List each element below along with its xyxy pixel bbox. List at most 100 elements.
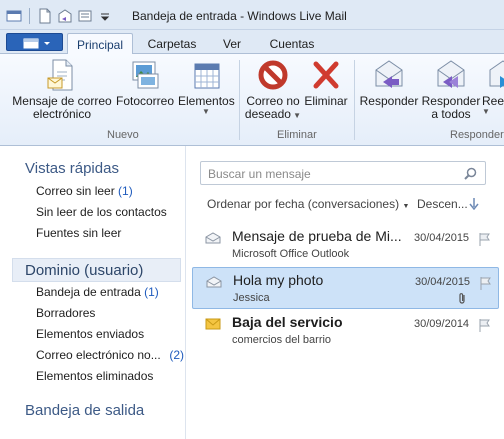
search-placeholder: Buscar un mensaje <box>208 167 311 181</box>
message-date: 30/04/2015 <box>414 232 470 244</box>
account-name: Dominio (usuario) <box>25 262 144 279</box>
search-icon[interactable] <box>464 167 477 180</box>
quick-view-unread-feeds[interactable]: Fuentes sin leer <box>36 226 121 240</box>
chevron-down-icon: ▼ <box>482 107 490 116</box>
group-label-responder: Responder <box>450 129 504 141</box>
group-divider <box>354 60 355 140</box>
window-title: Bandeja de entrada - Windows Live Mail <box>132 9 347 23</box>
folder-deleted[interactable]: Elementos eliminados <box>36 369 153 383</box>
message-date: 30/04/2015 <box>415 276 471 288</box>
folder-junk[interactable]: Correo electrónico no... (2) <box>36 348 184 362</box>
reply-all-button[interactable]: Responder a todos <box>420 58 482 121</box>
folder-sent[interactable]: Elementos enviados <box>36 327 144 341</box>
forward-label: Reen <box>482 94 504 108</box>
folder-label: Elementos eliminados <box>36 369 154 383</box>
quick-views-heading[interactable]: Vistas rápidas <box>25 160 119 177</box>
folder-inbox[interactable]: Bandeja de entrada (1) <box>36 285 159 299</box>
message-row[interactable]: Mensaje de prueba de Mi... Microsoft Off… <box>192 224 499 266</box>
photo-email-button[interactable]: Fotocorreo <box>114 58 176 108</box>
tab-principal[interactable]: Principal <box>67 33 133 54</box>
send-receive-icon[interactable] <box>77 8 93 24</box>
reply-label: Responder <box>359 94 419 108</box>
folder-label: Borradores <box>36 306 96 320</box>
message-date: 30/09/2014 <box>414 318 470 330</box>
title-bar: Bandeja de entrada - Windows Live Mail <box>0 0 504 30</box>
folder-label: Elementos enviados <box>36 327 145 341</box>
folder-drafts[interactable]: Borradores <box>36 306 95 320</box>
forward-button[interactable]: Reen ▼ <box>482 58 504 116</box>
tab-ver[interactable]: Ver <box>212 33 252 54</box>
customize-toolbar-icon[interactable] <box>97 8 113 24</box>
read-envelope-icon <box>205 232 221 244</box>
message-subject: Hola my photo <box>233 272 324 288</box>
toolbar-separator <box>29 8 30 24</box>
message-sender: Jessica <box>233 292 270 304</box>
reply-all-label-line2: a todos <box>431 107 471 121</box>
new-email-button[interactable]: Mensaje de correo electrónico <box>10 58 114 121</box>
outbox-heading[interactable]: Bandeja de salida <box>25 402 144 419</box>
ribbon-tab-row: Principal Carpetas Ver Cuentas <box>0 30 504 54</box>
quick-access-toolbar <box>6 6 113 26</box>
block-icon <box>256 58 290 92</box>
chevron-down-icon: ▼ <box>402 203 410 210</box>
flag-icon[interactable] <box>478 318 492 332</box>
message-row[interactable]: Baja del servicio comercios del barrio 3… <box>192 310 499 352</box>
delete-x-icon <box>309 58 343 92</box>
items-button[interactable]: Elementos ▼ <box>178 58 235 116</box>
delete-label: Eliminar <box>304 94 348 108</box>
reply-envelope-icon <box>372 58 406 92</box>
chevron-down-icon: ▼ <box>290 111 302 120</box>
items-label: Elementos <box>178 94 235 108</box>
sort-label: Ordenar por fecha (conversaciones) <box>207 197 400 211</box>
message-list-pane: Buscar un mensaje Ordenar por fecha (con… <box>187 146 504 439</box>
ribbon: Mensaje de correo electrónico Fotocorreo… <box>0 54 504 146</box>
new-message-icon[interactable] <box>37 8 53 24</box>
flag-icon[interactable] <box>478 232 492 246</box>
junk-mail-label-line1: Correo no <box>246 94 300 108</box>
photo-email-icon <box>128 58 162 92</box>
sort-by-button[interactable]: Ordenar por fecha (conversaciones) ▼ <box>207 197 409 211</box>
file-menu-button[interactable] <box>6 33 63 51</box>
sort-down-arrow-icon[interactable] <box>469 198 479 210</box>
new-email-label-line1: Mensaje de correo <box>12 94 112 108</box>
group-label-eliminar: Eliminar <box>277 129 317 141</box>
read-envelope-icon <box>206 276 222 288</box>
search-input[interactable]: Buscar un mensaje <box>200 161 486 185</box>
message-row[interactable]: Hola my photo Jessica 30/04/2015 <box>192 267 499 309</box>
sort-direction-label: Descen... <box>417 197 468 211</box>
forward-envelope-icon <box>486 58 504 92</box>
chevron-down-icon: ▼ <box>202 107 210 116</box>
reply-all-label-line1: Responder <box>421 94 481 108</box>
reply-button[interactable]: Responder <box>358 58 420 108</box>
sort-direction-button[interactable]: Descen... <box>417 197 468 211</box>
message-sender: comercios del barrio <box>232 334 332 346</box>
new-email-icon <box>45 58 79 92</box>
quick-view-unread-contacts[interactable]: Sin leer de los contactos <box>36 205 167 219</box>
attachment-paperclip-icon <box>459 293 465 304</box>
quick-view-label: Fuentes sin leer <box>36 226 122 240</box>
reply-all-envelope-icon <box>434 58 468 92</box>
tab-carpetas[interactable]: Carpetas <box>139 33 205 54</box>
junk-mail-label-line2: deseado <box>244 107 291 121</box>
unread-count: (1) <box>118 184 133 198</box>
quick-view-label: Correo sin leer <box>36 184 115 198</box>
folder-label: Bandeja de entrada <box>36 285 141 299</box>
folder-pane: Vistas rápidas Correo sin leer (1) Sin l… <box>0 146 186 439</box>
reply-icon[interactable] <box>57 8 73 24</box>
delete-button[interactable]: Eliminar <box>303 58 349 108</box>
app-menu-icon[interactable] <box>6 8 22 24</box>
tab-cuentas[interactable]: Cuentas <box>262 33 322 54</box>
unread-count: (2) <box>169 348 184 362</box>
calendar-icon <box>189 58 223 92</box>
quick-view-unread-mail[interactable]: Correo sin leer (1) <box>36 184 133 198</box>
group-label-nuevo: Nuevo <box>107 129 139 141</box>
junk-mail-button[interactable]: Correo no deseado ▼ <box>243 58 303 121</box>
unread-envelope-icon <box>205 318 221 330</box>
flag-icon[interactable] <box>479 276 493 290</box>
new-email-label-line2: electrónico <box>32 107 92 121</box>
photo-email-label: Fotocorreo <box>115 94 175 108</box>
file-menu-icon <box>23 38 50 49</box>
folder-label: Correo electrónico no... <box>36 348 161 362</box>
message-subject: Mensaje de prueba de Mi... <box>232 228 402 244</box>
account-header[interactable]: Dominio (usuario) <box>12 258 181 282</box>
